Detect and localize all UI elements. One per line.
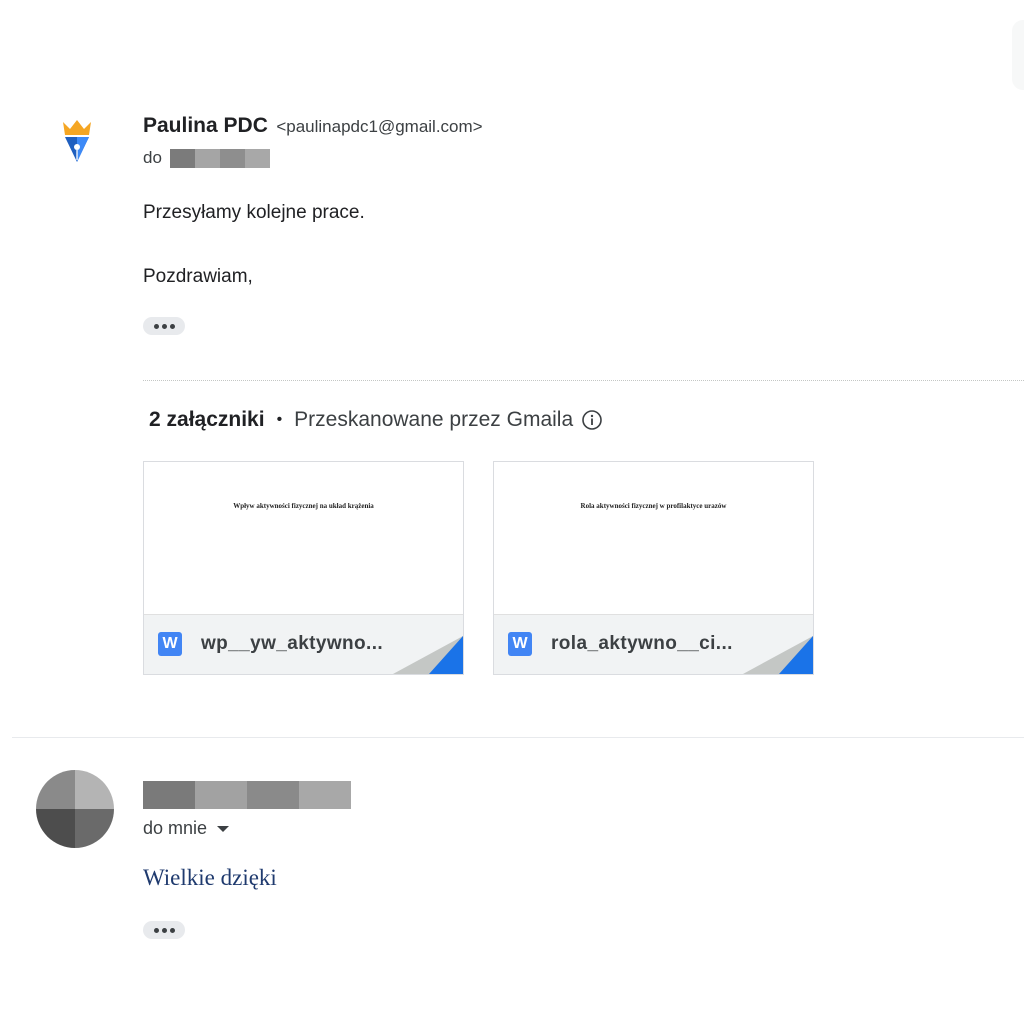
attachment-preview: Wpływ aktywności fizycznej na układ krąż… bbox=[144, 462, 463, 614]
attachments-divider bbox=[143, 380, 1024, 381]
word-doc-icon: W bbox=[508, 632, 532, 656]
sender-line: Paulina PDC <paulinapdc1@gmail.com> bbox=[143, 114, 483, 138]
sender-name[interactable]: Paulina PDC bbox=[143, 114, 268, 137]
attachment-file-name: rola_aktywno__ci... bbox=[551, 633, 733, 654]
attachment-preview: Rola aktywności fizycznej w profilaktyce… bbox=[494, 462, 813, 614]
sender-avatar-icon[interactable] bbox=[60, 118, 94, 166]
redacted-sender-name bbox=[143, 781, 351, 809]
avatar[interactable] bbox=[36, 770, 114, 848]
page-fold-icon bbox=[743, 636, 813, 674]
attachments-count: 2 załączniki bbox=[149, 408, 265, 431]
sender-email: <paulinapdc1@gmail.com> bbox=[276, 117, 483, 136]
chevron-down-icon bbox=[217, 825, 230, 832]
side-panel-edge bbox=[1012, 20, 1024, 90]
info-icon[interactable] bbox=[581, 409, 603, 431]
show-trimmed-content-button[interactable] bbox=[143, 317, 185, 335]
redacted-recipient bbox=[169, 148, 270, 168]
page-fold-icon bbox=[393, 636, 463, 674]
show-trimmed-content-button[interactable] bbox=[143, 921, 185, 939]
message-divider bbox=[12, 737, 1024, 738]
attachment-card[interactable]: Wpływ aktywności fizycznej na układ krąż… bbox=[143, 461, 464, 675]
recipient-line: do bbox=[143, 148, 270, 168]
attachments-header: 2 załączniki • Przeskanowane przez Gmail… bbox=[149, 408, 603, 432]
reply-body: Wielkie dzięki bbox=[143, 865, 277, 890]
scanned-by-gmail-label: Przeskanowane przez Gmaila bbox=[294, 408, 574, 431]
attachment-file-name: wp__yw_aktywno... bbox=[201, 633, 384, 654]
recipient-details-toggle[interactable]: do mnie bbox=[143, 818, 230, 839]
preview-document-title: Rola aktywności fizycznej w profilaktyce… bbox=[580, 502, 727, 510]
word-doc-icon: W bbox=[158, 632, 182, 656]
message-signoff: Pozdrawiam, bbox=[143, 266, 253, 287]
email-thread: Paulina PDC <paulinapdc1@gmail.com> do P… bbox=[0, 0, 1024, 1024]
to-me-label: do mnie bbox=[143, 818, 208, 838]
preview-document-title: Wpływ aktywności fizycznej na układ krąż… bbox=[233, 502, 374, 510]
attachment-footer: W wp__yw_aktywno... bbox=[144, 614, 463, 674]
message-body-line: Przesyłamy kolejne prace. bbox=[143, 202, 365, 223]
attachment-card[interactable]: Rola aktywności fizycznej w profilaktyce… bbox=[493, 461, 814, 675]
separator-bullet: • bbox=[276, 411, 283, 428]
attachment-footer: W rola_aktywno__ci... bbox=[494, 614, 813, 674]
to-label: do bbox=[143, 148, 162, 167]
